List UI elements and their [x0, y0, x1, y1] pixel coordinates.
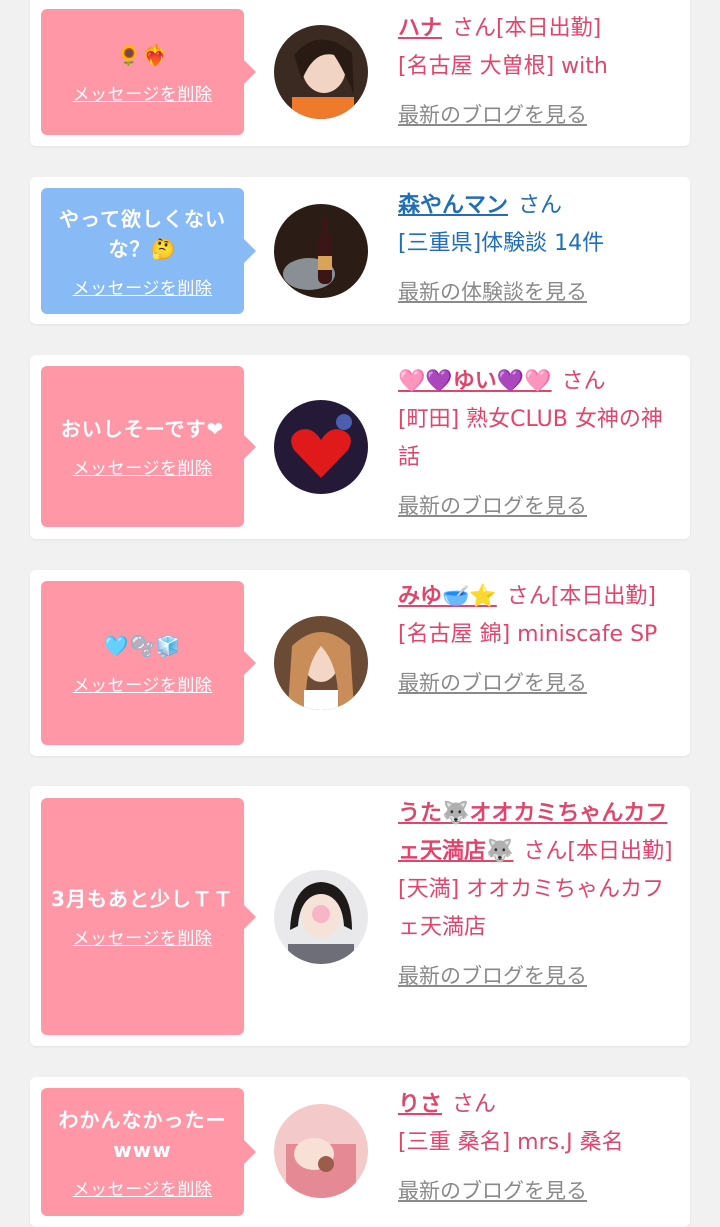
- message-bubble: やって欲しくないな？🤔 メッセージを削除: [41, 188, 256, 314]
- sender-info: みゆ🥣⭐ さん[本日出勤] [名古屋 錦] miniscafe SP 最新のブログ…: [398, 578, 680, 702]
- latest-blog-link[interactable]: 最新のブログを見る: [398, 957, 680, 995]
- message-text: 🌻❤️‍🔥: [116, 42, 169, 67]
- post-card: 🩵🫧🧊 メッセージを削除 みゆ🥣⭐ さん[本日出勤] [名古屋 錦] minisc…: [30, 570, 690, 756]
- sender-name-link[interactable]: ハナ: [398, 16, 442, 41]
- latest-review-link[interactable]: 最新の体験談を見る: [398, 273, 680, 311]
- sender-suffix: さん[本日出勤]: [523, 839, 673, 864]
- sender-name-link[interactable]: りさ: [398, 1092, 442, 1117]
- sender-name-link[interactable]: 森やんマン: [398, 193, 508, 218]
- sender-info: うた🐺オオカミちゃんカフェ天満店🐺 さん[本日出勤] [天満] オオカミちゃんカフ…: [398, 795, 680, 995]
- message-text: 3月もあと少しＴＴ: [51, 887, 234, 911]
- post-card: おいしそーです❤ メッセージを削除 🩷💜ゆい💜🩷 さん [町田] 熟女CLUB 女…: [30, 355, 690, 539]
- latest-blog-link[interactable]: 最新のブログを見る: [398, 664, 680, 702]
- message-text: おいしそーです❤: [60, 417, 225, 441]
- post-card: 3月もあと少しＴＴ メッセージを削除 うた🐺オオカミちゃんカフェ天満店🐺 さん[本…: [30, 786, 690, 1046]
- avatar[interactable]: [274, 204, 368, 298]
- latest-blog-link[interactable]: 最新のブログを見る: [398, 1172, 680, 1210]
- shop-info: [三重 桑名] mrs.J 桑名: [398, 1130, 624, 1155]
- avatar-photo: [274, 1104, 368, 1198]
- message-text: わかんなかったーwww: [58, 1107, 227, 1162]
- avatar[interactable]: [274, 616, 368, 710]
- avatar[interactable]: [274, 870, 368, 964]
- sender-suffix: さん: [518, 193, 563, 218]
- sender-info: ハナ さん[本日出勤] [名古屋 大曽根] with 最新のブログを見る: [398, 10, 680, 134]
- avatar[interactable]: [274, 1104, 368, 1198]
- latest-blog-link[interactable]: 最新のブログを見る: [398, 96, 680, 134]
- avatar-photo: [274, 870, 368, 964]
- message-bubble: わかんなかったーwww メッセージを削除: [41, 1088, 256, 1216]
- post-card: やって欲しくないな？🤔 メッセージを削除 森やんマン さん [三重県]体験談 14…: [30, 177, 690, 324]
- post-card: わかんなかったーwww メッセージを削除 りさ さん [三重 桑名] mrs.J …: [30, 1077, 690, 1227]
- shop-info: [三重県]体験談 14件: [398, 231, 605, 256]
- latest-blog-link[interactable]: 最新のブログを見る: [398, 487, 680, 525]
- message-text: やって欲しくないな？🤔: [59, 206, 226, 261]
- message-feed: 🌻❤️‍🔥 メッセージを削除 ハナ さん[本日出勤] [名古屋 大曽根] with…: [0, 0, 720, 1227]
- delete-message-link[interactable]: メッセージを削除: [73, 1175, 213, 1200]
- delete-message-link[interactable]: メッセージを削除: [73, 80, 213, 105]
- shop-info: [名古屋 錦] miniscafe SP: [398, 622, 658, 647]
- sender-name-link[interactable]: 🩷💜ゆい💜🩷: [398, 369, 552, 394]
- avatar-photo: [274, 204, 368, 298]
- delete-message-link[interactable]: メッセージを削除: [73, 274, 213, 299]
- message-bubble: 🩵🫧🧊 メッセージを削除: [41, 581, 256, 745]
- post-card: 🌻❤️‍🔥 メッセージを削除 ハナ さん[本日出勤] [名古屋 大曽根] with…: [30, 0, 690, 146]
- sender-info: 森やんマン さん [三重県]体験談 14件 最新の体験談を見る: [398, 187, 680, 311]
- delete-message-link[interactable]: メッセージを削除: [73, 454, 213, 479]
- shop-info: [名古屋 大曽根] with: [398, 54, 608, 79]
- message-bubble: おいしそーです❤ メッセージを削除: [41, 366, 256, 527]
- shop-info: [天満] オオカミちゃんカフェ天満店: [398, 877, 665, 940]
- delete-message-link[interactable]: メッセージを削除: [73, 924, 213, 949]
- sender-suffix: さん[本日出勤]: [452, 16, 602, 41]
- avatar-photo: [274, 400, 368, 494]
- sender-suffix: さん: [561, 369, 606, 394]
- avatar-photo: [274, 25, 368, 119]
- shop-info: [町田] 熟女CLUB 女神の神話: [398, 407, 663, 470]
- sender-suffix: さん[本日出勤]: [506, 584, 656, 609]
- sender-suffix: さん: [452, 1092, 497, 1117]
- message-bubble: 🌻❤️‍🔥 メッセージを削除: [41, 9, 256, 135]
- sender-info: 🩷💜ゆい💜🩷 さん [町田] 熟女CLUB 女神の神話 最新のブログを見る: [398, 363, 680, 525]
- message-bubble: 3月もあと少しＴＴ メッセージを削除: [41, 798, 256, 1035]
- avatar[interactable]: [274, 25, 368, 119]
- delete-message-link[interactable]: メッセージを削除: [73, 671, 213, 696]
- avatar-photo: [274, 616, 368, 710]
- sender-name-link[interactable]: みゆ🥣⭐: [398, 584, 497, 609]
- avatar[interactable]: [274, 400, 368, 494]
- message-text: 🩵🫧🧊: [103, 633, 182, 658]
- sender-info: りさ さん [三重 桑名] mrs.J 桑名 最新のブログを見る: [398, 1086, 680, 1210]
